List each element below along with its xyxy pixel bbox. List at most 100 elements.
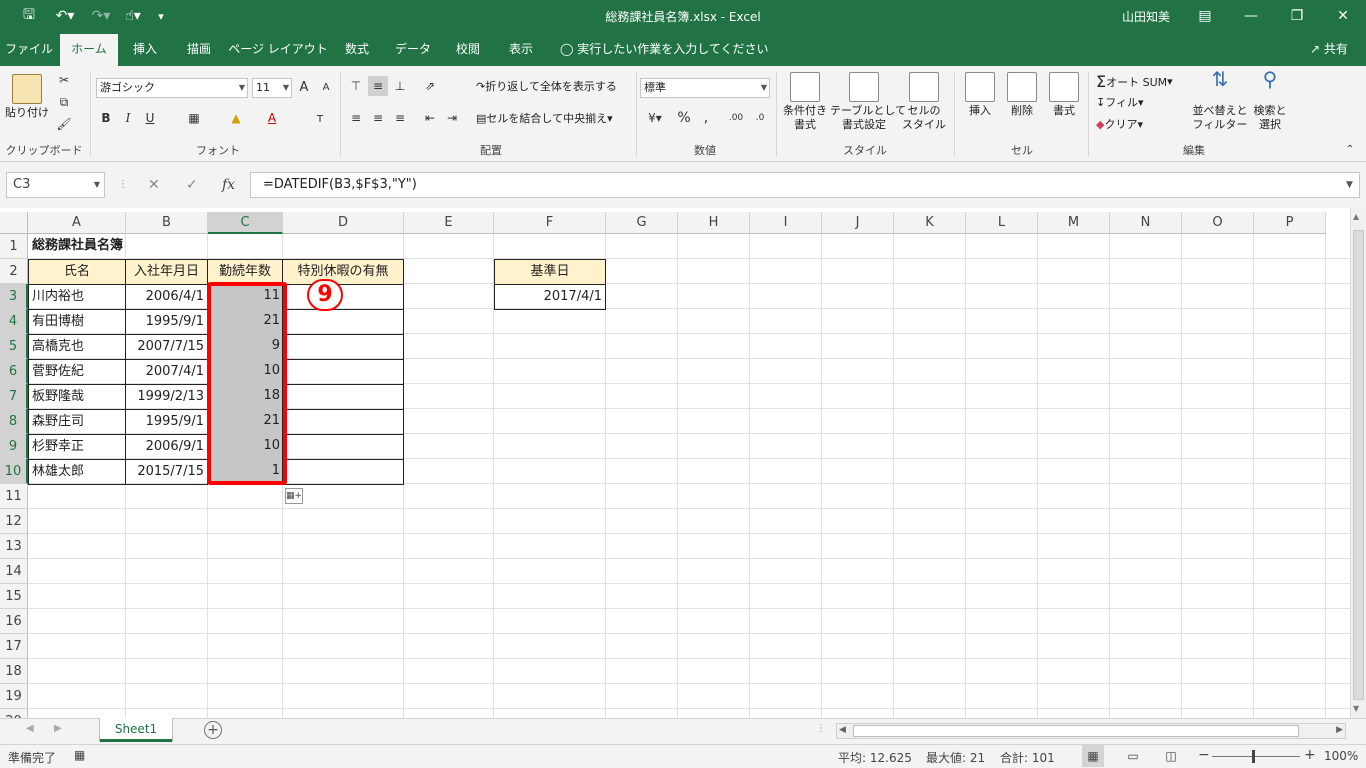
column-header-g[interactable]: G: [606, 212, 678, 234]
format-cells-button[interactable]: 書式: [1044, 72, 1084, 118]
column-header-f[interactable]: F: [494, 212, 606, 234]
row-header-9[interactable]: 9: [0, 434, 28, 459]
phonetic-icon[interactable]: ᴛ: [310, 108, 330, 128]
employee-name-cell[interactable]: 板野隆哉: [28, 384, 126, 410]
paste-button[interactable]: 貼り付け: [4, 74, 50, 120]
sort-filter-button[interactable]: ⇅ 並べ替えと フィルター: [1192, 69, 1248, 132]
ribbon-display-icon[interactable]: ▤: [1182, 0, 1228, 32]
special-leave-cell[interactable]: [282, 309, 404, 335]
column-header-a[interactable]: A: [28, 212, 126, 234]
shrink-font-icon[interactable]: A: [316, 78, 336, 98]
employee-name-cell[interactable]: 有田博樹: [28, 309, 126, 335]
bold-button[interactable]: B: [96, 108, 116, 128]
cut-icon[interactable]: ✂: [54, 70, 74, 90]
collapse-ribbon-icon[interactable]: ⌃: [1340, 140, 1360, 160]
autosum-button[interactable]: Σ オート SUM ▾: [1096, 72, 1173, 91]
borders-icon[interactable]: ▦: [184, 108, 204, 128]
employee-name-cell[interactable]: 高橋克也: [28, 334, 126, 360]
restore-icon[interactable]: ❐: [1274, 0, 1320, 32]
increase-indent-icon[interactable]: ⇥: [442, 108, 462, 128]
special-leave-cell[interactable]: [282, 459, 404, 485]
column-header-m[interactable]: M: [1038, 212, 1110, 234]
special-leave-cell[interactable]: [282, 384, 404, 410]
column-header-d[interactable]: D: [283, 212, 404, 234]
row-header-11[interactable]: 11: [0, 484, 28, 509]
user-name[interactable]: 山田知美: [1122, 8, 1170, 25]
zoom-out-icon[interactable]: −: [1198, 747, 1210, 763]
font-name-combo[interactable]: 游ゴシック ▼: [96, 78, 248, 98]
zoom-slider-thumb[interactable]: [1252, 750, 1255, 763]
increase-decimal-icon[interactable]: .00: [726, 108, 746, 128]
macro-record-icon[interactable]: ▦: [74, 748, 85, 762]
header-name-cell[interactable]: 氏名: [28, 259, 126, 285]
tab-insert[interactable]: 挿入: [120, 32, 170, 66]
close-icon[interactable]: ✕: [1320, 0, 1366, 32]
merge-center-button[interactable]: ▤ セルを結合して中央揃え ▾: [476, 110, 613, 126]
page-break-view-icon[interactable]: ◫: [1160, 745, 1182, 767]
special-leave-cell[interactable]: [282, 434, 404, 460]
hire-date-cell[interactable]: 2015/7/15: [125, 459, 208, 485]
font-color-icon[interactable]: A: [262, 108, 282, 128]
horizontal-scrollbar[interactable]: ◀ ▶: [836, 723, 1346, 739]
formula-input[interactable]: =DATEDIF(B3,$F$3,"Y"): [250, 172, 1360, 198]
quick-analysis-icon[interactable]: ▦+: [285, 488, 303, 504]
status-max[interactable]: 最大値: 21: [926, 749, 985, 766]
insert-cells-button[interactable]: 挿入: [960, 72, 1000, 118]
align-bottom-icon[interactable]: ⊥: [390, 76, 410, 96]
row-header-5[interactable]: 5: [0, 334, 28, 359]
column-header-j[interactable]: J: [822, 212, 894, 234]
row-header-15[interactable]: 15: [0, 584, 28, 609]
wrap-text-button[interactable]: ↷ 折り返して全体を表示する: [476, 78, 617, 94]
scroll-left-icon[interactable]: ◀: [839, 725, 846, 735]
row-header-12[interactable]: 12: [0, 509, 28, 534]
row-header-18[interactable]: 18: [0, 659, 28, 684]
employee-name-cell[interactable]: 森野庄司: [28, 409, 126, 435]
normal-view-icon[interactable]: ▦: [1082, 745, 1104, 767]
align-center-icon[interactable]: ≡: [368, 108, 388, 128]
cancel-icon[interactable]: ✕: [148, 172, 160, 198]
name-box[interactable]: C3 ▼: [6, 172, 105, 198]
column-header-i[interactable]: I: [750, 212, 822, 234]
zoom-slider[interactable]: [1212, 756, 1300, 757]
fill-button[interactable]: ↧ フィル ▾: [1096, 94, 1144, 110]
hscroll-thumb[interactable]: [853, 725, 1299, 737]
align-right-icon[interactable]: ≡: [390, 108, 410, 128]
special-leave-cell[interactable]: [282, 409, 404, 435]
row-header-10[interactable]: 10: [0, 459, 28, 484]
align-left-icon[interactable]: ≡: [346, 108, 366, 128]
column-header-o[interactable]: O: [1182, 212, 1254, 234]
number-format-combo[interactable]: 標準 ▼: [640, 78, 770, 98]
row-header-17[interactable]: 17: [0, 634, 28, 659]
column-header-p[interactable]: P: [1254, 212, 1326, 234]
tab-formulas[interactable]: 数式: [332, 32, 382, 66]
sheet-tab-sheet1[interactable]: Sheet1: [100, 718, 172, 742]
row-header-14[interactable]: 14: [0, 559, 28, 584]
conditional-format-button[interactable]: 条件付き 書式: [780, 72, 830, 132]
row-header-19[interactable]: 19: [0, 684, 28, 709]
hire-date-cell[interactable]: 2007/4/1: [125, 359, 208, 385]
format-as-table-button[interactable]: テーブルとして 書式設定: [830, 72, 906, 132]
row-header-6[interactable]: 6: [0, 359, 28, 384]
percent-button[interactable]: %: [674, 108, 694, 128]
special-leave-cell[interactable]: [282, 359, 404, 385]
column-header-n[interactable]: N: [1110, 212, 1182, 234]
row-header-1[interactable]: 1: [0, 234, 28, 259]
base-date-label-cell[interactable]: 基準日: [494, 259, 606, 285]
special-leave-cell[interactable]: [282, 334, 404, 360]
scroll-thumb[interactable]: [1353, 230, 1364, 700]
align-middle-icon[interactable]: ≡: [368, 76, 388, 96]
next-sheet-icon[interactable]: ▶: [54, 723, 62, 734]
align-top-icon[interactable]: ⊤: [346, 76, 366, 96]
expand-formula-icon[interactable]: ▼: [1346, 172, 1353, 198]
employee-name-cell[interactable]: 菅野佐紀: [28, 359, 126, 385]
column-header-k[interactable]: K: [894, 212, 966, 234]
format-painter-icon[interactable]: 🖌: [54, 114, 74, 134]
scroll-right-icon[interactable]: ▶: [1336, 725, 1343, 735]
column-header-h[interactable]: H: [678, 212, 750, 234]
column-header-c[interactable]: C: [208, 212, 283, 234]
prev-sheet-icon[interactable]: ◀: [26, 723, 34, 734]
italic-button[interactable]: I: [118, 108, 138, 128]
scroll-up-icon[interactable]: ▲: [1353, 212, 1359, 221]
row-header-3[interactable]: 3: [0, 284, 28, 309]
hire-date-cell[interactable]: 1995/9/1: [125, 409, 208, 435]
